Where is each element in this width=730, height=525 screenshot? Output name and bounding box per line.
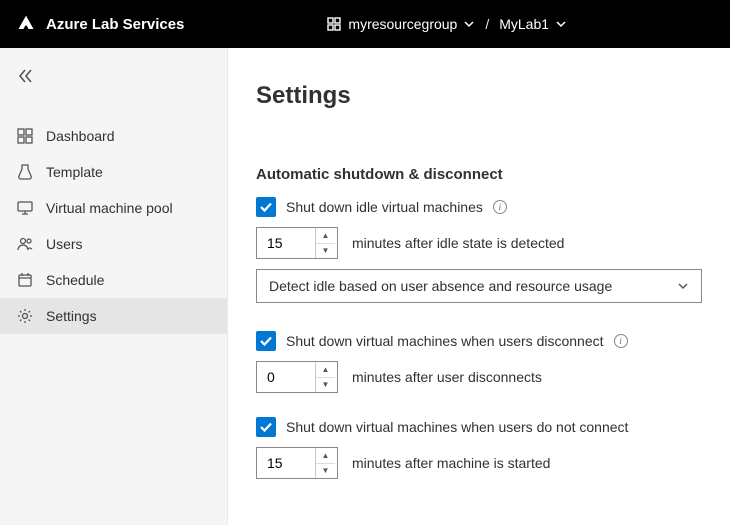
vm-pool-icon bbox=[16, 200, 34, 216]
noconnect-hint: minutes after machine is started bbox=[352, 455, 550, 471]
stepper-down[interactable]: ▼ bbox=[316, 243, 335, 259]
main-content: Settings Automatic shutdown & disconnect… bbox=[228, 48, 730, 525]
sidebar-item-label: Users bbox=[46, 236, 83, 252]
breadcrumb-lab[interactable]: MyLab1 bbox=[499, 16, 567, 32]
info-icon[interactable]: i bbox=[614, 334, 628, 348]
page-title: Settings bbox=[256, 82, 702, 110]
idle-label: Shut down idle virtual machines bbox=[286, 199, 483, 215]
breadcrumb-separator: / bbox=[485, 16, 489, 32]
nav: Dashboard Template Virtual machine pool … bbox=[0, 118, 227, 334]
disconnect-label: Shut down virtual machines when users di… bbox=[286, 333, 604, 349]
idle-checkbox[interactable] bbox=[256, 197, 276, 217]
breadcrumb: myresourcegroup / MyLab1 bbox=[326, 16, 567, 32]
resource-group-icon bbox=[326, 16, 342, 32]
disconnect-minutes-input[interactable] bbox=[257, 362, 315, 392]
disconnect-hint: minutes after user disconnects bbox=[352, 369, 542, 385]
users-icon bbox=[16, 236, 34, 252]
check-icon bbox=[259, 200, 273, 214]
sidebar-item-template[interactable]: Template bbox=[0, 154, 227, 190]
idle-detection-dropdown[interactable]: Detect idle based on user absence and re… bbox=[256, 269, 702, 303]
stepper-up[interactable]: ▲ bbox=[316, 448, 335, 463]
disconnect-checkbox[interactable] bbox=[256, 331, 276, 351]
noconnect-minutes-stepper[interactable]: ▲ ▼ bbox=[256, 447, 338, 479]
sidebar: Dashboard Template Virtual machine pool … bbox=[0, 48, 228, 525]
section-title: Automatic shutdown & disconnect bbox=[256, 166, 702, 183]
template-icon bbox=[16, 164, 34, 180]
brand: Azure Lab Services bbox=[16, 14, 184, 34]
check-icon bbox=[259, 420, 273, 434]
noconnect-checkbox[interactable] bbox=[256, 417, 276, 437]
chevron-down-icon bbox=[555, 18, 567, 30]
sidebar-item-label: Dashboard bbox=[46, 128, 115, 144]
stepper-up[interactable]: ▲ bbox=[316, 228, 335, 243]
breadcrumb-resource-group[interactable]: myresourcegroup bbox=[326, 16, 475, 32]
top-bar: Azure Lab Services myresourcegroup / MyL… bbox=[0, 0, 730, 48]
collapse-sidebar-button[interactable] bbox=[0, 54, 227, 98]
schedule-icon bbox=[16, 272, 34, 288]
check-icon bbox=[259, 334, 273, 348]
info-icon[interactable]: i bbox=[493, 200, 507, 214]
breadcrumb-rg-label: myresourcegroup bbox=[348, 16, 457, 32]
sidebar-item-settings[interactable]: Settings bbox=[0, 298, 227, 334]
disconnect-block: Shut down virtual machines when users di… bbox=[256, 331, 702, 393]
chevron-down-icon bbox=[677, 280, 689, 292]
stepper-down[interactable]: ▼ bbox=[316, 463, 335, 479]
stepper-up[interactable]: ▲ bbox=[316, 362, 335, 377]
breadcrumb-lab-label: MyLab1 bbox=[499, 16, 549, 32]
sidebar-item-label: Schedule bbox=[46, 272, 104, 288]
sidebar-item-label: Template bbox=[46, 164, 103, 180]
double-chevron-left-icon bbox=[16, 67, 34, 85]
noconnect-minutes-input[interactable] bbox=[257, 448, 315, 478]
sidebar-item-label: Settings bbox=[46, 308, 97, 324]
noconnect-block: Shut down virtual machines when users do… bbox=[256, 417, 702, 479]
dashboard-icon bbox=[16, 128, 34, 144]
chevron-down-icon bbox=[463, 18, 475, 30]
noconnect-label: Shut down virtual machines when users do… bbox=[286, 419, 628, 435]
brand-text: Azure Lab Services bbox=[46, 16, 184, 33]
sidebar-item-vm-pool[interactable]: Virtual machine pool bbox=[0, 190, 227, 226]
sidebar-item-users[interactable]: Users bbox=[0, 226, 227, 262]
idle-block: Shut down idle virtual machines i ▲ ▼ mi… bbox=[256, 197, 702, 303]
sidebar-item-schedule[interactable]: Schedule bbox=[0, 262, 227, 298]
idle-minutes-input[interactable] bbox=[257, 228, 315, 258]
azure-logo-icon bbox=[16, 14, 36, 34]
disconnect-minutes-stepper[interactable]: ▲ ▼ bbox=[256, 361, 338, 393]
idle-hint: minutes after idle state is detected bbox=[352, 235, 564, 251]
dropdown-value: Detect idle based on user absence and re… bbox=[269, 278, 612, 294]
gear-icon bbox=[16, 308, 34, 324]
sidebar-item-dashboard[interactable]: Dashboard bbox=[0, 118, 227, 154]
stepper-down[interactable]: ▼ bbox=[316, 377, 335, 393]
sidebar-item-label: Virtual machine pool bbox=[46, 200, 173, 216]
idle-minutes-stepper[interactable]: ▲ ▼ bbox=[256, 227, 338, 259]
